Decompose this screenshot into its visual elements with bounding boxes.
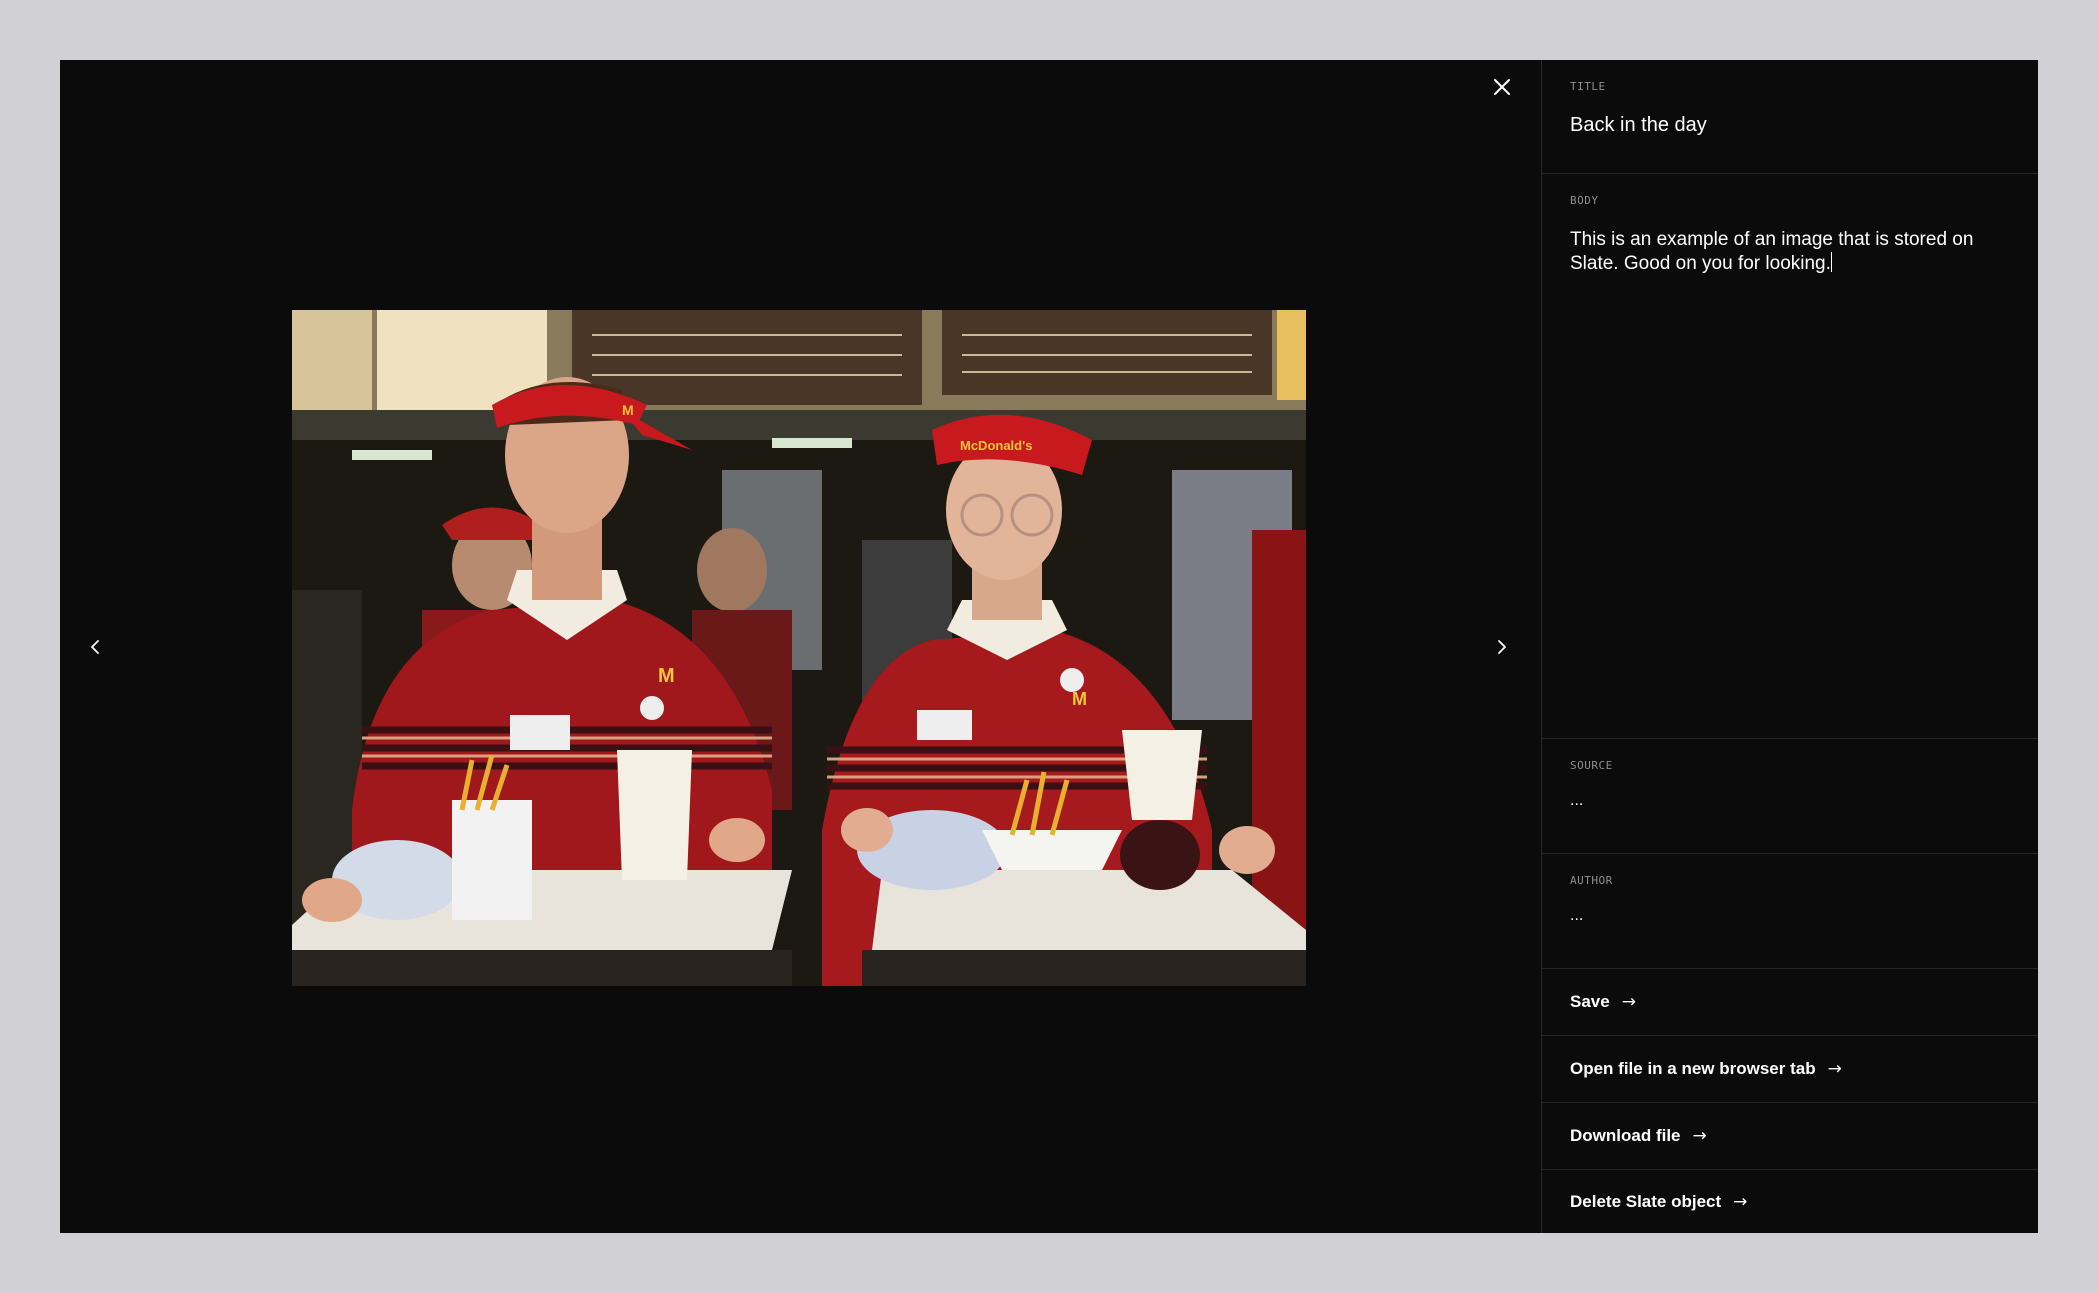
title-field[interactable]: TITLE Back in the day xyxy=(1542,60,2038,174)
text-cursor xyxy=(1830,252,1832,272)
title-input[interactable]: Back in the day xyxy=(1570,114,2010,137)
save-button[interactable]: Save → xyxy=(1542,969,2038,1036)
download-label: Download file xyxy=(1570,1126,1681,1145)
arrow-right-icon: → xyxy=(1692,1126,1707,1146)
delete-label: Delete Slate object xyxy=(1570,1191,1722,1211)
open-tab-label: Open file in a new browser tab xyxy=(1570,1059,1816,1078)
chevron-right-icon xyxy=(1498,640,1506,654)
arrow-right-icon: → xyxy=(1827,1059,1842,1079)
source-input[interactable]: ... xyxy=(1570,792,2010,810)
arrow-right-icon: → xyxy=(1733,1191,1748,1212)
svg-text:M: M xyxy=(622,402,634,418)
close-icon xyxy=(1494,79,1510,95)
save-label: Save xyxy=(1570,992,1610,1011)
author-input[interactable]: ... xyxy=(1570,907,2010,925)
image-viewer: M M McDonald's M xyxy=(60,60,1541,1233)
chevron-left-icon xyxy=(91,640,99,654)
body-field[interactable]: BODY This is an example of an image that… xyxy=(1542,174,2038,739)
body-label: BODY xyxy=(1570,194,1599,207)
delete-object-button[interactable]: Delete Slate object → xyxy=(1542,1170,2038,1233)
arrow-right-icon: → xyxy=(1621,992,1636,1012)
source-label: SOURCE xyxy=(1570,759,1613,772)
object-preview-modal: M M McDonald's M TITLE Back in the day B… xyxy=(60,60,2038,1233)
author-field[interactable]: AUTHOR ... xyxy=(1542,854,2038,969)
previous-button[interactable] xyxy=(75,627,115,667)
svg-text:M: M xyxy=(658,665,675,687)
body-text: This is an example of an image that is s… xyxy=(1570,229,1974,274)
close-button[interactable] xyxy=(1482,67,1522,107)
title-label: TITLE xyxy=(1570,80,1606,93)
preview-image: M M McDonald's M xyxy=(292,310,1306,986)
next-button[interactable] xyxy=(1482,627,1522,667)
open-in-new-tab-button[interactable]: Open file in a new browser tab → xyxy=(1542,1036,2038,1103)
download-file-button[interactable]: Download file → xyxy=(1542,1103,2038,1170)
body-textarea[interactable]: This is an example of an image that is s… xyxy=(1570,228,2020,276)
author-label: AUTHOR xyxy=(1570,874,1613,887)
source-field[interactable]: SOURCE ... xyxy=(1542,739,2038,854)
svg-text:McDonald's: McDonald's xyxy=(960,438,1032,453)
svg-text:M: M xyxy=(1072,689,1087,709)
details-sidebar: TITLE Back in the day BODY This is an ex… xyxy=(1541,60,2038,1233)
